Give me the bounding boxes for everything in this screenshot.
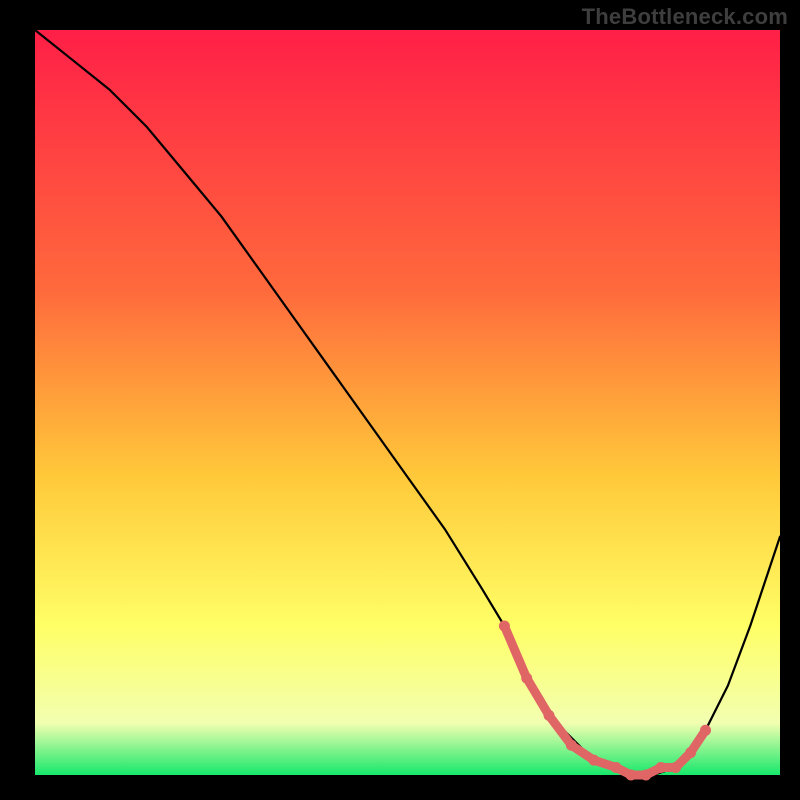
marker-dot bbox=[611, 762, 622, 773]
bottleneck-chart bbox=[0, 0, 800, 800]
marker-dot bbox=[521, 673, 532, 684]
marker-dot bbox=[544, 710, 555, 721]
marker-dot bbox=[626, 770, 637, 781]
marker-dot bbox=[588, 755, 599, 766]
plot-background bbox=[35, 30, 780, 775]
marker-dot bbox=[566, 740, 577, 751]
marker-dot bbox=[640, 770, 651, 781]
marker-dot bbox=[685, 747, 696, 758]
marker-dot bbox=[700, 725, 711, 736]
marker-dot bbox=[655, 762, 666, 773]
marker-dot bbox=[499, 621, 510, 632]
chart-frame: { "watermark": "TheBottleneck.com", "col… bbox=[0, 0, 800, 800]
marker-dot bbox=[670, 762, 681, 773]
